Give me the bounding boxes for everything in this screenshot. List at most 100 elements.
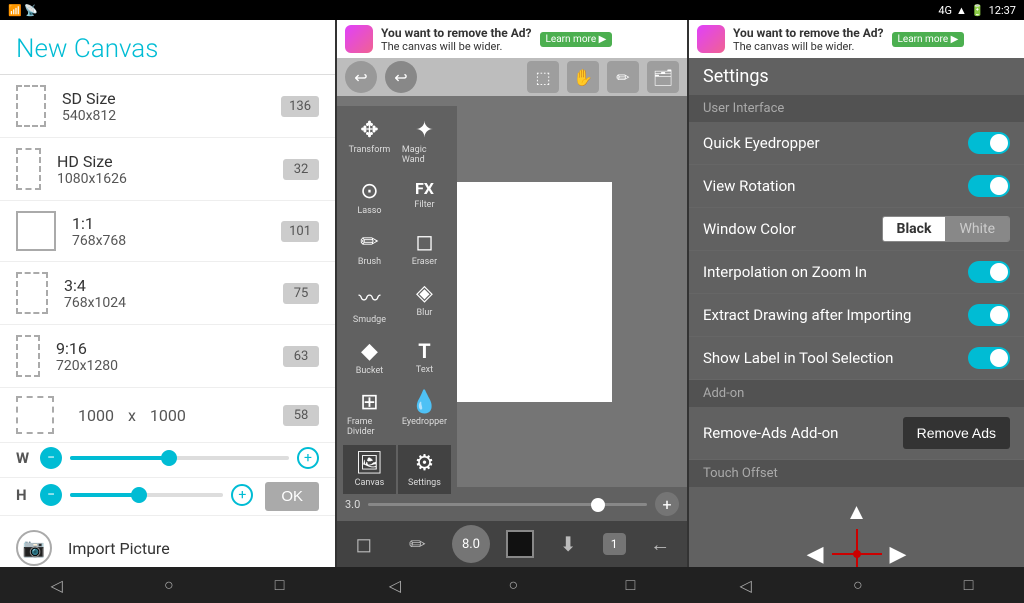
eyedropper-label: Eyedropper bbox=[402, 417, 447, 427]
layer-count-badge[interactable]: 1 bbox=[603, 533, 626, 555]
filter-label: Filter bbox=[414, 200, 434, 210]
panel-header: New Canvas bbox=[0, 20, 335, 75]
w-label: W bbox=[16, 449, 32, 467]
quick-eyedropper-toggle[interactable] bbox=[968, 132, 1010, 154]
frame-divider-tool[interactable]: ⊞ Frame Divider bbox=[343, 384, 396, 443]
layers-icon[interactable]: 🗂 bbox=[647, 61, 679, 93]
canvas-badge-hd: 32 bbox=[283, 159, 319, 180]
canvas-name-3x4: 3:4 bbox=[64, 276, 283, 295]
magic-wand-tool[interactable]: ✦ Magic Wand bbox=[398, 112, 451, 171]
w-plus-button[interactable]: + bbox=[297, 447, 319, 469]
bucket-label: Bucket bbox=[356, 366, 383, 376]
home-nav-icon-mid[interactable]: ○ bbox=[508, 575, 518, 595]
toggle-knob bbox=[990, 134, 1008, 152]
zoom-slider[interactable] bbox=[368, 503, 647, 506]
time: 12:37 bbox=[989, 4, 1016, 17]
canvas-badge-sd: 136 bbox=[281, 96, 319, 117]
status-bar-left: 📶 📡 bbox=[8, 4, 38, 17]
blur-tool[interactable]: ◈ Blur bbox=[398, 275, 451, 331]
transform-tool[interactable]: ✥ Transform bbox=[343, 112, 396, 171]
nav-section-right: ◁ ○ □ bbox=[689, 575, 1024, 595]
hand-tool-icon[interactable]: ✋ bbox=[567, 61, 599, 93]
back-nav-icon-mid[interactable]: ◁ bbox=[389, 576, 401, 595]
quick-eyedropper-row: Quick Eyedropper bbox=[689, 122, 1024, 165]
text-tool[interactable]: T Text bbox=[398, 333, 451, 382]
main-bottom-toolbar: ◻ ✏ 8.0 ⬇ 1 ← bbox=[337, 521, 687, 567]
canvas-info-9x16: 9:16 720x1280 bbox=[56, 339, 283, 374]
select-tool-button[interactable]: ◻ bbox=[345, 525, 383, 563]
import-picture-row[interactable]: 📷 Import Picture bbox=[0, 516, 335, 567]
pen-tool-button[interactable]: ✏ bbox=[398, 525, 436, 563]
brush-tool[interactable]: ✏ Brush bbox=[343, 224, 396, 273]
magic-wand-label: Magic Wand bbox=[402, 145, 447, 165]
offset-right-button[interactable]: ▶ bbox=[890, 542, 907, 567]
h-slider-row: H − + OK bbox=[0, 478, 335, 516]
text-icon: T bbox=[418, 339, 430, 363]
canvas-info-1x1: 1:1 768x768 bbox=[72, 214, 281, 249]
undo-button[interactable]: ↩ bbox=[345, 61, 377, 93]
panel3-learn-more-button[interactable]: Learn more ▶ bbox=[892, 32, 965, 47]
filter-tool[interactable]: FX Filter bbox=[398, 173, 451, 222]
bucket-tool[interactable]: ◆ Bucket bbox=[343, 333, 396, 382]
canvas-area[interactable]: ✥ Transform ✦ Magic Wand ⊙ Lasso FX Filt… bbox=[337, 96, 687, 487]
panel3-ad-sub: The canvas will be wider. bbox=[733, 40, 854, 53]
black-option[interactable]: Black bbox=[883, 217, 946, 241]
smudge-tool[interactable]: 〰 Smudge bbox=[343, 275, 396, 331]
extract-drawing-toggle[interactable] bbox=[968, 304, 1010, 326]
learn-more-button[interactable]: Learn more ▶ bbox=[540, 32, 613, 47]
canvas-name-9x16: 9:16 bbox=[56, 339, 283, 358]
w-slider-track[interactable] bbox=[70, 456, 289, 460]
list-item[interactable]: HD Size 1080x1626 32 bbox=[0, 138, 335, 201]
home-nav-icon[interactable]: ○ bbox=[164, 575, 174, 595]
frame-divider-icon: ⊞ bbox=[360, 390, 378, 415]
interpolation-toggle[interactable] bbox=[968, 261, 1010, 283]
settings-tool[interactable]: ⚙ Settings bbox=[398, 445, 451, 494]
back-button[interactable]: ← bbox=[641, 525, 679, 563]
recent-nav-icon-mid[interactable]: □ bbox=[626, 575, 636, 595]
canvas-tool[interactable]: 🖼 Canvas bbox=[343, 445, 396, 494]
toggle-knob bbox=[990, 306, 1008, 324]
back-nav-icon-right[interactable]: ◁ bbox=[740, 576, 752, 595]
back-nav-icon[interactable]: ◁ bbox=[51, 576, 63, 595]
canvas-icon: 🖼 bbox=[355, 451, 383, 476]
ok-button[interactable]: OK bbox=[265, 482, 319, 511]
list-item[interactable]: 1:1 768x768 101 bbox=[0, 201, 335, 262]
brush-size-button[interactable]: 8.0 bbox=[452, 525, 490, 563]
canvas-info-3x4: 3:4 768x1024 bbox=[64, 276, 283, 311]
custom-height: 1000 bbox=[150, 406, 186, 425]
canvas-preview-custom bbox=[16, 396, 54, 434]
magic-wand-icon: ✦ bbox=[415, 118, 433, 143]
list-item[interactable]: SD Size 540x812 136 bbox=[0, 75, 335, 138]
list-item[interactable]: 9:16 720x1280 63 bbox=[0, 325, 335, 388]
recent-nav-icon-right[interactable]: □ bbox=[964, 575, 974, 595]
new-canvas-panel: New Canvas SD Size 540x812 136 HD Size 1… bbox=[0, 20, 335, 567]
pen-tool-icon[interactable]: ✏ bbox=[607, 61, 639, 93]
custom-badge: 58 bbox=[283, 405, 319, 426]
toggle-knob bbox=[990, 349, 1008, 367]
view-rotation-toggle[interactable] bbox=[968, 175, 1010, 197]
download-button[interactable]: ⬇ bbox=[549, 525, 587, 563]
home-nav-icon-right[interactable]: ○ bbox=[853, 575, 863, 595]
eyedropper-tool[interactable]: 💧 Eyedropper bbox=[398, 384, 451, 443]
add-canvas-button[interactable]: + bbox=[655, 492, 679, 516]
offset-up-button[interactable]: ▲ bbox=[846, 499, 868, 525]
w-minus-button[interactable]: − bbox=[40, 447, 62, 469]
h-slider-track[interactable] bbox=[70, 493, 223, 497]
color-swatch[interactable] bbox=[506, 530, 534, 558]
offset-left-button[interactable]: ◀ bbox=[807, 542, 824, 567]
eraser-icon: ◻ bbox=[415, 230, 433, 255]
toggle-knob bbox=[990, 263, 1008, 281]
h-minus-button[interactable]: − bbox=[40, 484, 62, 506]
show-label-toggle[interactable] bbox=[968, 347, 1010, 369]
eraser-tool[interactable]: ◻ Eraser bbox=[398, 224, 451, 273]
h-plus-button[interactable]: + bbox=[231, 484, 253, 506]
redo-button[interactable]: ↩ bbox=[385, 61, 417, 93]
lasso-tool[interactable]: ⊙ Lasso bbox=[343, 173, 396, 222]
settings-panel: You want to remove the Ad? The canvas wi… bbox=[689, 20, 1024, 567]
selection-tool-icon[interactable]: ⬚ bbox=[527, 61, 559, 93]
recent-nav-icon[interactable]: □ bbox=[275, 575, 285, 595]
list-item[interactable]: 3:4 768x1024 75 bbox=[0, 262, 335, 325]
remove-ads-button[interactable]: Remove Ads bbox=[903, 417, 1010, 449]
canvas-size-sd: 540x812 bbox=[62, 108, 281, 124]
white-option[interactable]: White bbox=[945, 217, 1009, 241]
